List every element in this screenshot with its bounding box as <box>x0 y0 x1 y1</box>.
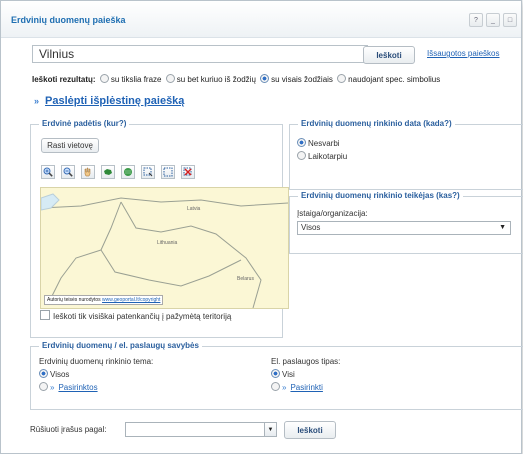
result-mode-special[interactable]: naudojant spec. simbolius <box>337 74 440 84</box>
help-button[interactable]: ? <box>469 13 483 27</box>
title-bar: Erdvinių duomenų paieška ? _ □ <box>1 1 521 38</box>
radio-selected-icon[interactable] <box>39 369 48 378</box>
result-mode-all[interactable]: su visais žodžiais <box>260 74 333 84</box>
map-canvas <box>41 193 288 308</box>
maximize-button[interactable]: □ <box>503 13 517 27</box>
sort-search-button[interactable]: Ieškoti <box>284 421 336 439</box>
lithuania-map-icon[interactable] <box>101 165 115 179</box>
result-mode-exact[interactable]: su tikslia fraze <box>99 74 162 84</box>
zoom-out-icon[interactable] <box>61 165 75 179</box>
map-view[interactable]: Latvia Lithuania Belarus Autorių teisės … <box>40 187 289 309</box>
map-label-lithuania: Lithuania <box>157 240 178 246</box>
date-group: Erdvinių duomenų rinkinio data (kada?) N… <box>289 119 523 190</box>
checkbox-icon[interactable] <box>40 310 50 320</box>
provider-label: Įstaiga/organizacija: <box>297 209 368 218</box>
radio-selected-icon[interactable] <box>271 369 280 378</box>
properties-legend: Erdvinių duomenų / el. paslaugų savybės <box>39 341 202 350</box>
date-option-period[interactable]: Laikotarpiu <box>297 151 347 161</box>
sort-select[interactable]: ▼ <box>125 422 277 437</box>
search-button[interactable]: Ieškoti <box>363 46 415 64</box>
theme-label: Erdvinių duomenų rinkinio tema: <box>39 357 154 366</box>
theme-choose-option[interactable]: » Pasirinktos <box>39 382 98 392</box>
double-arrow-icon: » <box>34 96 40 106</box>
radio-selected-icon[interactable] <box>260 74 270 83</box>
provider-group: Erdvinių duomenų rinkinio teikėjas (kas?… <box>289 191 523 254</box>
theme-all-option[interactable]: Visos <box>39 369 69 379</box>
double-arrow-icon: » <box>50 383 55 392</box>
find-place-button[interactable]: Rasti vietovę <box>41 138 99 153</box>
date-option-any[interactable]: Nesvarbi <box>297 138 340 148</box>
saved-searches-link[interactable]: Išsaugotos paieškos <box>427 49 500 58</box>
radio-icon[interactable] <box>165 74 175 83</box>
result-mode-row: Ieškoti rezultatų: su tikslia fraze su b… <box>32 74 442 84</box>
service-choose-option[interactable]: » Pasirinkti <box>271 382 323 392</box>
map-toolbar <box>41 165 195 179</box>
radio-icon[interactable] <box>271 382 280 391</box>
select-area-icon[interactable] <box>141 165 155 179</box>
search-window: Erdvinių duomenų paieška ? _ □ Vilnius I… <box>0 0 523 454</box>
radio-icon[interactable] <box>337 74 347 83</box>
provider-select[interactable]: Visos ▼ <box>297 221 511 235</box>
location-group: Erdvinė padėtis (kur?) Rasti vietovę Lat… <box>30 119 289 338</box>
pan-hand-icon[interactable] <box>81 165 95 179</box>
radio-icon[interactable] <box>99 74 109 83</box>
result-mode-label: Ieškoti rezultatų: <box>32 75 96 84</box>
properties-group: Erdvinių duomenų / el. paslaugų savybės … <box>30 341 523 410</box>
map-copyright: Autorių teisės nurodytos www.geoportal.l… <box>44 295 164 305</box>
map-label-latvia: Latvia <box>187 206 201 212</box>
radio-icon[interactable] <box>39 382 48 391</box>
chevron-down-icon: ▼ <box>264 423 276 436</box>
minimize-button[interactable]: _ <box>486 13 500 27</box>
zoom-in-icon[interactable] <box>41 165 55 179</box>
globe-icon[interactable] <box>121 165 135 179</box>
location-legend: Erdvinė padėtis (kur?) <box>39 119 130 128</box>
service-type-label: El. paslaugos tipas: <box>271 357 341 366</box>
result-mode-any[interactable]: su bet kuriuo iš žodžių <box>165 74 256 84</box>
window-title: Erdvinių duomenų paieška <box>11 15 126 25</box>
chevron-down-icon: ▼ <box>499 224 506 231</box>
date-legend: Erdvinių duomenų rinkinio data (kada?) <box>298 119 455 128</box>
map-label-belarus: Belarus <box>237 276 254 282</box>
double-arrow-icon: » <box>282 383 287 392</box>
radio-icon[interactable] <box>297 151 306 160</box>
copyright-link[interactable]: www.geoportal.lt/copyright <box>102 297 160 303</box>
hide-advanced-search-link[interactable]: » Paslėpti išplėstinę paiešką <box>34 95 184 107</box>
service-all-option[interactable]: Visi <box>271 369 295 379</box>
select-rectangle-icon[interactable] <box>161 165 175 179</box>
window-controls: ? _ □ <box>469 13 517 27</box>
sort-label: Rūšiuoti įrašus pagal: <box>30 425 107 434</box>
clear-selection-icon[interactable] <box>181 165 195 179</box>
full-territory-option[interactable]: Ieškoti tik visiškai patenkančių į pažym… <box>40 310 240 322</box>
search-input[interactable]: Vilnius <box>32 45 368 63</box>
provider-legend: Erdvinių duomenų rinkinio teikėjas (kas?… <box>298 191 463 200</box>
radio-selected-icon[interactable] <box>297 138 306 147</box>
